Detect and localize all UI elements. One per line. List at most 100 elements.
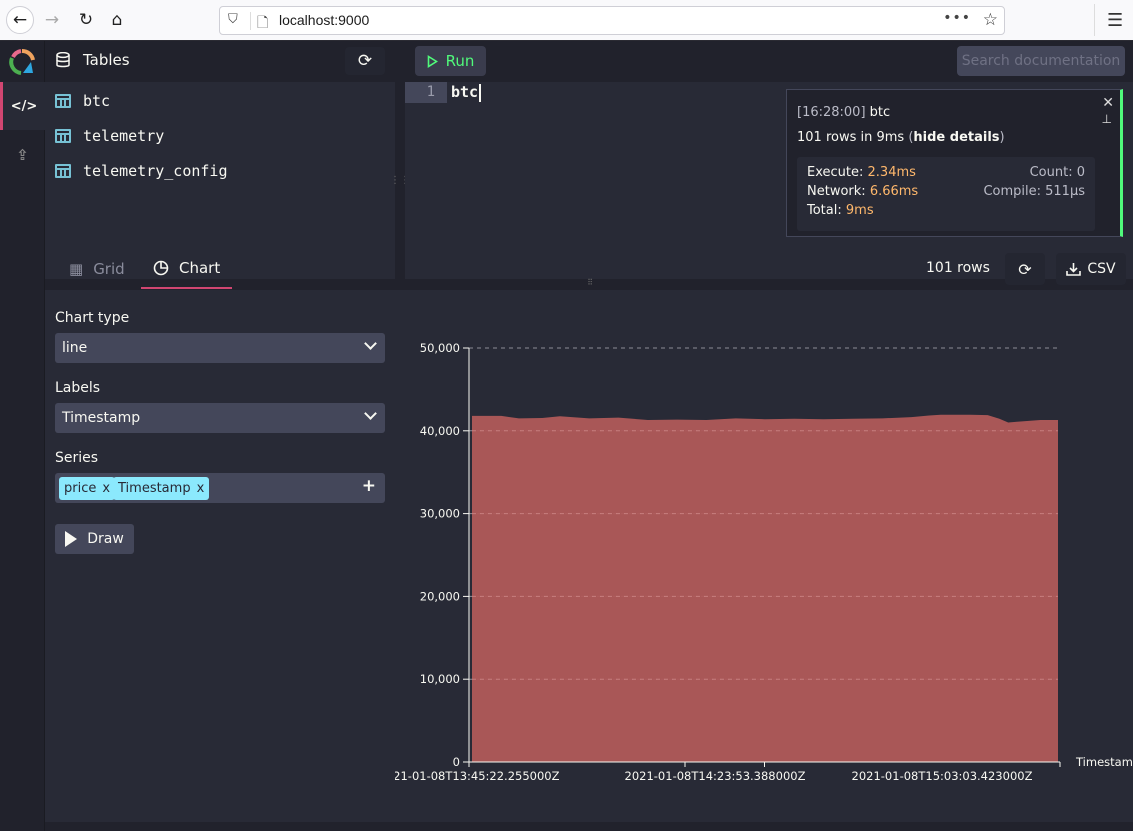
toggle-details-link[interactable]: hide details: [913, 130, 999, 145]
rail-item-import[interactable]: ⇪: [0, 131, 45, 179]
execute-stat: Execute: 2.34ms: [807, 165, 916, 180]
price-area: [472, 414, 1058, 762]
x-tick-label: 2021-01-08T14:23:53.388000Z: [625, 769, 806, 783]
close-icon[interactable]: ✕: [1102, 95, 1114, 111]
reload-button[interactable]: ↻: [72, 6, 100, 34]
table-item[interactable]: telemetry: [45, 121, 395, 151]
tag-label: price: [64, 481, 97, 496]
play-icon: [65, 531, 78, 547]
table-icon: [55, 129, 71, 143]
count-stat: Count: 0: [1029, 165, 1085, 180]
y-axis-ticks: 0 10,000 20,000 30,000 40,000 50,000: [420, 341, 469, 769]
y-tick-label: 0: [453, 755, 460, 769]
refresh-results-button[interactable]: ⟳: [1005, 253, 1045, 285]
search-documentation-input[interactable]: Search documentation: [957, 46, 1125, 76]
back-button[interactable]: ←: [6, 6, 34, 34]
divider: [1094, 4, 1095, 36]
network-stat: Network: 6.66ms: [807, 184, 918, 199]
labels-value: Timestamp: [62, 410, 141, 426]
chevron-down-icon: [364, 337, 377, 350]
y-tick-label: 40,000: [420, 424, 460, 438]
url-text[interactable]: localhost:9000: [279, 12, 369, 28]
tables-header: Tables ⟳: [45, 41, 395, 81]
draw-button[interactable]: Draw: [55, 524, 134, 554]
total-label: Total:: [807, 203, 842, 218]
table-name: telemetry: [83, 127, 165, 145]
x-tick-label: 2021-01-08T13:45:22.255000Z: [395, 769, 560, 783]
series-input[interactable]: price x Timestamp x +: [55, 473, 385, 503]
network-value: 6.66ms: [869, 184, 919, 199]
home-icon: ⌂: [111, 10, 123, 30]
x-axis-label: Timestamp: [1075, 755, 1133, 769]
table-icon: [55, 164, 71, 178]
results-tabs: ▦ Grid Chart 101 rows ⟳ CSV: [45, 249, 1133, 290]
hamburger-menu-icon[interactable]: ☰: [1107, 10, 1123, 31]
app: </> ⇪ Tables ⟳ btc telemetry telemetry_c…: [0, 41, 1133, 831]
code-line[interactable]: btc: [451, 82, 482, 103]
logo-icon: [9, 49, 35, 75]
arrow-right-icon: →: [44, 10, 60, 30]
summary-text: 101 rows in 9ms: [797, 130, 905, 145]
x-axis-ticks: 2021-01-08T13:45:22.255000Z 2021-01-08T14…: [395, 762, 1061, 783]
remove-tag-icon[interactable]: x: [197, 481, 205, 496]
execute-value: 2.34ms: [867, 165, 916, 180]
refresh-icon: ⟳: [357, 51, 373, 71]
chart-type-select[interactable]: line: [55, 333, 385, 363]
y-tick-label: 10,000: [420, 672, 460, 686]
grid-icon: ▦: [69, 259, 84, 278]
download-csv-button[interactable]: CSV: [1056, 253, 1126, 285]
add-series-icon[interactable]: +: [362, 476, 376, 496]
pie-chart-icon: [153, 260, 169, 276]
forward-button[interactable]: →: [38, 6, 66, 34]
series-tag: Timestamp x: [113, 477, 210, 500]
bottom-strip: [45, 822, 1133, 831]
tag-label: Timestamp: [118, 481, 191, 496]
code-text: btc: [451, 83, 479, 101]
run-label: Run: [445, 52, 475, 70]
y-tick-label: 20,000: [420, 589, 460, 603]
execute-label: Execute:: [807, 165, 864, 180]
chart-type-value: line: [62, 340, 88, 356]
tab-chart[interactable]: Chart: [141, 249, 233, 289]
chart-type-label: Chart type: [55, 310, 130, 326]
y-tick-label: 50,000: [420, 341, 460, 355]
rows-count: 101 rows: [926, 260, 990, 276]
network-label: Network:: [807, 184, 866, 199]
download-icon: [1066, 263, 1082, 276]
left-rail: </> ⇪: [0, 41, 45, 831]
tab-grid[interactable]: ▦ Grid: [69, 249, 125, 288]
table-item[interactable]: btc: [45, 86, 395, 116]
draw-label: Draw: [87, 531, 124, 547]
shield-icon[interactable]: ⛉: [228, 12, 238, 27]
text-cursor: [479, 83, 482, 102]
paren: ): [999, 130, 1005, 145]
chart-panel: Chart type line Labels Timestamp Series …: [45, 290, 1133, 822]
table-name: telemetry_config: [83, 162, 228, 180]
remove-tag-icon[interactable]: x: [102, 481, 110, 496]
divider: [250, 12, 251, 30]
star-icon[interactable]: ☆: [983, 10, 998, 30]
rail-item-code-editor[interactable]: </>: [0, 82, 45, 130]
refresh-icon: ⟳: [1018, 259, 1032, 279]
address-bar[interactable]: ⛉ 🗋 localhost:9000 ••• ☆: [219, 6, 1005, 35]
series-label: Series: [55, 450, 99, 466]
table-item[interactable]: telemetry_config: [45, 156, 395, 186]
database-icon: [56, 51, 70, 72]
labels-select[interactable]: Timestamp: [55, 403, 385, 433]
notification-header: [16:28:00] btc: [797, 105, 890, 120]
more-icon[interactable]: •••: [943, 10, 971, 26]
play-icon: [427, 54, 438, 68]
total-stat: Total: 9ms: [807, 203, 874, 218]
arrow-left-icon: ←: [12, 10, 28, 30]
total-value: 9ms: [845, 203, 874, 218]
upload-icon: ⇪: [16, 146, 29, 164]
pin-icon[interactable]: ⊥: [1102, 112, 1112, 126]
series-tag: price x: [59, 477, 116, 500]
refresh-tables-button[interactable]: ⟳: [345, 47, 385, 75]
line-number: 1: [405, 82, 447, 103]
run-button[interactable]: Run: [415, 46, 486, 76]
home-button[interactable]: ⌂: [103, 6, 131, 34]
table-icon: [55, 94, 71, 108]
page-icon: 🗋: [257, 15, 269, 31]
notification-query: btc: [869, 105, 891, 120]
